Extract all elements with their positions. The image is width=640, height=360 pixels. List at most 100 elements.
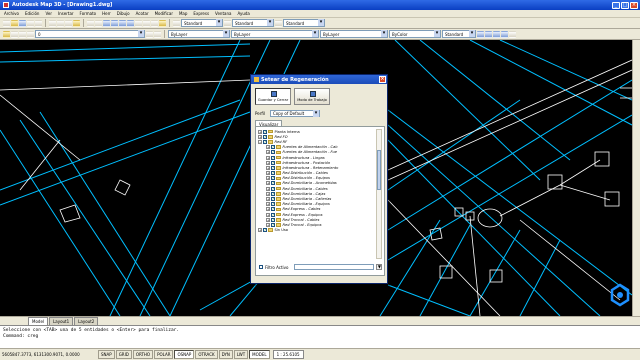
dim-style-select[interactable]: Standard bbox=[232, 19, 274, 27]
tree-checkbox[interactable]: ✓ bbox=[271, 197, 275, 202]
text-style-select[interactable]: Standard bbox=[181, 19, 223, 27]
tree-checkbox[interactable]: ✓ bbox=[271, 150, 275, 155]
zoom-previous-icon[interactable] bbox=[127, 19, 134, 27]
tree-checkbox[interactable]: ✓ bbox=[271, 171, 275, 176]
dim-style-icon[interactable] bbox=[224, 19, 231, 27]
expand-icon[interactable]: + bbox=[266, 165, 270, 170]
zoom-window-icon[interactable] bbox=[119, 19, 126, 27]
app-icon[interactable] bbox=[3, 2, 9, 8]
expand-icon[interactable]: + bbox=[258, 129, 262, 134]
tree-checkbox[interactable]: ✓ bbox=[271, 202, 275, 207]
expand-icon[interactable]: + bbox=[266, 160, 270, 165]
lineweight-select[interactable]: ByLayer bbox=[320, 30, 388, 38]
tab-layout2[interactable]: Layout2 bbox=[74, 317, 99, 325]
expand-icon[interactable]: + bbox=[266, 217, 270, 222]
light-bulb-icon[interactable] bbox=[11, 30, 18, 38]
menu-herr[interactable]: Herr bbox=[102, 11, 111, 16]
menu-formato[interactable]: Formato bbox=[80, 11, 97, 16]
menu-ayuda[interactable]: Ayuda bbox=[237, 11, 249, 16]
pan-icon[interactable] bbox=[103, 19, 110, 27]
tree-checkbox[interactable]: ✓ bbox=[271, 186, 275, 191]
filter-funnel-icon[interactable]: ▼ bbox=[376, 264, 383, 270]
expand-icon[interactable]: + bbox=[266, 212, 270, 217]
grid-toggle[interactable]: GRID bbox=[115, 350, 132, 359]
color-select[interactable]: ByLayer bbox=[168, 30, 230, 38]
cut-icon[interactable] bbox=[49, 19, 56, 27]
command-line[interactable]: Seleccione con <TAB> una de 5 entidades … bbox=[0, 325, 640, 348]
minimize-button[interactable]: _ bbox=[612, 1, 620, 9]
menu-express[interactable]: Express bbox=[193, 11, 209, 16]
close-button[interactable]: × bbox=[630, 1, 638, 9]
settings-icon[interactable] bbox=[509, 30, 516, 38]
save-icon[interactable] bbox=[19, 19, 26, 27]
linetype-select[interactable]: ByLayer bbox=[231, 30, 319, 38]
tool-palettes-icon[interactable] bbox=[151, 19, 158, 27]
filter-active-checkbox[interactable] bbox=[259, 265, 263, 269]
new-icon[interactable] bbox=[3, 19, 10, 27]
tree-checkbox[interactable]: ✓ bbox=[271, 207, 275, 212]
tree-checkbox[interactable]: ✓ bbox=[263, 129, 267, 134]
dyn-toggle[interactable]: DYN bbox=[218, 350, 233, 359]
open-icon[interactable] bbox=[11, 19, 18, 27]
tree-item[interactable]: + ✓ Sin Uso bbox=[258, 228, 376, 233]
profile-select[interactable]: Copy of Default bbox=[270, 110, 321, 117]
expand-icon[interactable]: + bbox=[258, 134, 262, 139]
match-properties-icon[interactable] bbox=[73, 19, 80, 27]
orbit-icon[interactable] bbox=[501, 30, 508, 38]
expand-icon[interactable]: + bbox=[266, 145, 270, 150]
plot-style-select[interactable]: ByColor bbox=[389, 30, 441, 38]
ortho-toggle[interactable]: ORTHO bbox=[132, 350, 154, 359]
dialog-title-bar[interactable]: Setear de Regeneración × bbox=[251, 75, 387, 84]
undo-icon[interactable] bbox=[87, 19, 94, 27]
snap-toggle[interactable]: SNAP bbox=[98, 350, 115, 359]
preview-icon[interactable] bbox=[35, 19, 42, 27]
print-icon[interactable] bbox=[27, 19, 34, 27]
table-style-icon[interactable] bbox=[275, 19, 282, 27]
expand-icon[interactable]: + bbox=[266, 150, 270, 155]
menu-ventana[interactable]: Ventana bbox=[215, 11, 231, 16]
tree-checkbox[interactable]: ✓ bbox=[263, 139, 267, 144]
design-center-icon[interactable] bbox=[143, 19, 150, 27]
menu-dibujo[interactable]: Dibujo bbox=[117, 11, 130, 16]
redo-icon[interactable] bbox=[95, 19, 102, 27]
tree-checkbox[interactable]: ✓ bbox=[271, 155, 275, 160]
tree-checkbox[interactable]: ✓ bbox=[263, 228, 267, 233]
expand-icon[interactable]: + bbox=[266, 191, 270, 196]
layer-previous-icon[interactable] bbox=[154, 30, 161, 38]
maximize-button[interactable]: □ bbox=[621, 1, 629, 9]
tree-checkbox[interactable]: ✓ bbox=[271, 212, 275, 217]
tree-scrollbar[interactable] bbox=[376, 129, 382, 259]
viewport-icon[interactable] bbox=[485, 30, 492, 38]
tree-checkbox[interactable]: ✓ bbox=[271, 176, 275, 181]
work-mode-button[interactable]: Modo de Trabajo bbox=[294, 88, 330, 105]
expand-icon[interactable]: + bbox=[266, 186, 270, 191]
expand-icon[interactable]: + bbox=[266, 171, 270, 176]
expand-icon[interactable]: + bbox=[266, 222, 270, 227]
render-icon[interactable] bbox=[493, 30, 500, 38]
expand-icon[interactable]: + bbox=[266, 202, 270, 207]
expand-icon[interactable]: + bbox=[258, 228, 262, 233]
tab-model[interactable]: Model bbox=[28, 317, 49, 325]
menu-edicion[interactable]: Edición bbox=[25, 11, 39, 16]
layer-manager-icon[interactable] bbox=[3, 30, 10, 38]
lwt-toggle[interactable]: LWT bbox=[233, 350, 249, 359]
layer-select[interactable]: 0 bbox=[35, 30, 145, 38]
expand-icon[interactable]: + bbox=[266, 176, 270, 181]
expand-icon[interactable]: + bbox=[266, 197, 270, 202]
workspace-select[interactable]: Standard bbox=[442, 30, 476, 38]
menu-archivo[interactable]: Archivo bbox=[4, 11, 19, 16]
tree-checkbox[interactable]: ✓ bbox=[271, 145, 275, 150]
table-style-select[interactable]: Standard bbox=[283, 19, 325, 27]
tree-checkbox[interactable]: ✓ bbox=[263, 134, 267, 139]
osnap-toggle[interactable]: OSNAP bbox=[174, 350, 195, 359]
expand-icon[interactable]: + bbox=[266, 207, 270, 212]
tab-layout1[interactable]: Layout1 bbox=[49, 317, 74, 325]
menu-insertar[interactable]: Insertar bbox=[58, 11, 74, 16]
model-toggle[interactable]: MODEL bbox=[249, 350, 270, 359]
otrack-toggle[interactable]: OTRACK bbox=[195, 350, 218, 359]
properties-icon[interactable] bbox=[135, 19, 142, 27]
expand-icon[interactable]: − bbox=[258, 139, 262, 144]
zoom-realtime-icon[interactable] bbox=[111, 19, 118, 27]
layout-icon[interactable] bbox=[477, 30, 484, 38]
copy-icon[interactable] bbox=[57, 19, 64, 27]
